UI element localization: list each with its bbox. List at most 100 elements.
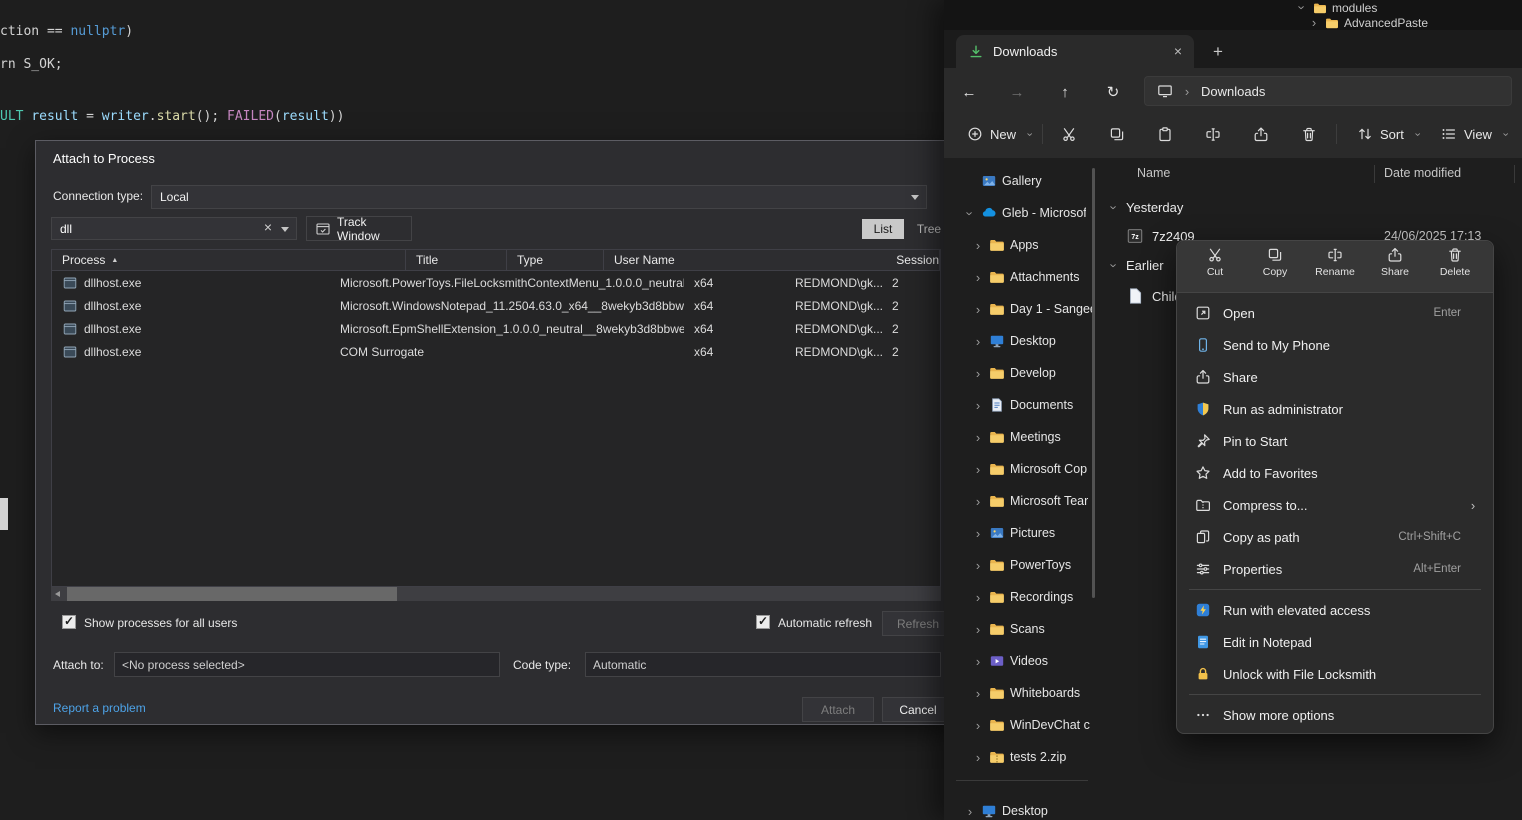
expand-chevron-icon[interactable]: › [964, 805, 976, 818]
delete-button[interactable] [1292, 120, 1326, 148]
process-row[interactable]: dllhost.exe Microsoft.PowerToys.FileLock… [52, 271, 940, 294]
context-menu-item[interactable]: Copy as path Ctrl+Shift+C › [1177, 521, 1493, 553]
expand-chevron-icon[interactable]: › [972, 335, 984, 348]
context-menu-item[interactable]: Compress to... › [1177, 489, 1493, 521]
new-button[interactable]: New › [958, 120, 1044, 148]
collapse-chevron-icon[interactable]: › [1108, 260, 1121, 272]
sidebar-item[interactable]: › Whiteboards [944, 678, 1100, 708]
expand-chevron-icon[interactable]: › [972, 527, 984, 540]
column-divider[interactable] [1514, 165, 1515, 183]
context-menu-item[interactable]: Pin to Start › [1177, 425, 1493, 457]
new-tab-button[interactable]: + [1206, 39, 1230, 63]
expand-chevron-icon[interactable]: › [972, 463, 984, 476]
quick-action[interactable]: Copy [1245, 247, 1305, 292]
column-header[interactable]: Session [886, 250, 940, 270]
tree-item-advancedpaste[interactable]: › AdvancedPaste [1308, 15, 1428, 30]
attach-to-field[interactable]: <No process selected> [114, 652, 500, 677]
column-header[interactable]: Type [507, 250, 604, 270]
expand-chevron-icon[interactable]: › [972, 367, 984, 380]
copy-button[interactable] [1100, 120, 1134, 148]
sidebar-item[interactable]: › Gallery [944, 166, 1100, 196]
column-header[interactable]: Process▲ [52, 250, 406, 270]
sidebar-item[interactable]: › Attachments [944, 262, 1100, 292]
process-row[interactable]: dllhost.exe Microsoft.WindowsNotepad_11.… [52, 294, 940, 317]
sidebar-item-desktop-thispc[interactable]: › Desktop [944, 796, 1100, 820]
expand-chevron-icon[interactable]: › [972, 719, 984, 732]
quick-action[interactable]: Share [1365, 247, 1425, 292]
context-menu-item[interactable]: Run as administrator › [1177, 393, 1493, 425]
sidebar-item[interactable]: › Apps [944, 230, 1100, 260]
expand-chevron-icon[interactable]: › [972, 495, 984, 508]
track-window-button[interactable]: Track Window [306, 216, 412, 241]
column-header[interactable]: User Name [604, 250, 886, 270]
filter-dropdown-icon[interactable] [281, 227, 289, 232]
expand-chevron-icon[interactable]: › [972, 751, 984, 764]
column-name[interactable]: Name [1137, 166, 1170, 180]
expand-chevron-icon[interactable]: › [964, 207, 977, 219]
sidebar-item[interactable]: › WinDevChat c [944, 710, 1100, 740]
refresh-button[interactable]: ↻ [1098, 77, 1128, 107]
tree-item-modules[interactable]: › modules [1296, 0, 1377, 15]
expand-chevron-icon[interactable]: › [972, 431, 984, 444]
back-button[interactable]: ← [954, 77, 984, 107]
process-row[interactable]: dllhost.exe COM Surrogate x64 REDMOND\gk… [52, 340, 940, 363]
context-menu-item[interactable]: Show more options › [1177, 699, 1493, 731]
address-bar[interactable]: › Downloads [1144, 76, 1512, 106]
cut-button[interactable] [1052, 120, 1086, 148]
up-button[interactable]: ↑ [1050, 77, 1080, 107]
sidebar-item[interactable]: › Videos [944, 646, 1100, 676]
column-divider[interactable] [1374, 165, 1375, 183]
sidebar-item[interactable]: › Microsoft Tear [944, 486, 1100, 516]
context-menu-item[interactable]: Edit in Notepad › [1177, 626, 1493, 658]
show-all-users-checkbox[interactable] [62, 615, 76, 629]
tab-downloads[interactable]: Downloads × [956, 35, 1194, 68]
code-type-field[interactable]: Automatic [585, 652, 941, 677]
sidebar-item[interactable]: › tests 2.zip [944, 742, 1100, 772]
group-header-yesterday[interactable]: › Yesterday [1108, 200, 1183, 215]
expand-chevron-icon[interactable]: › [972, 303, 984, 316]
view-button[interactable]: View › [1432, 120, 1520, 148]
sidebar-item[interactable]: › Desktop [944, 326, 1100, 356]
breadcrumb-location[interactable]: Downloads [1201, 84, 1265, 99]
sidebar-item[interactable]: › Gleb - Microsoft [944, 198, 1100, 228]
connection-type-select[interactable]: Local [151, 185, 927, 209]
automatic-refresh-checkbox[interactable] [756, 615, 770, 629]
column-header[interactable]: Title [406, 250, 507, 270]
sidebar-item[interactable]: › Documents [944, 390, 1100, 420]
attach-button[interactable]: Attach [802, 697, 874, 722]
collapse-chevron-icon[interactable]: › [1108, 202, 1121, 214]
breadcrumb-chevron-icon[interactable]: › [1181, 85, 1193, 98]
scrollbar-thumb[interactable] [67, 587, 397, 601]
quick-action[interactable]: Rename [1305, 247, 1365, 292]
sort-button[interactable]: Sort › [1348, 120, 1432, 148]
context-menu-item[interactable]: Run with elevated access › [1177, 594, 1493, 626]
context-menu-item[interactable]: Add to Favorites › [1177, 457, 1493, 489]
chevron-down-icon[interactable]: › [1296, 2, 1309, 14]
quick-action[interactable]: Delete [1425, 247, 1485, 292]
expand-chevron-icon[interactable]: › [972, 655, 984, 668]
expand-chevron-icon[interactable]: › [972, 559, 984, 572]
sidebar-item[interactable]: › PowerToys [944, 550, 1100, 580]
report-a-problem-link[interactable]: Report a problem [53, 701, 146, 715]
context-menu-item[interactable]: Send to My Phone › [1177, 329, 1493, 361]
rename-button[interactable] [1196, 120, 1230, 148]
scroll-left-icon[interactable] [55, 591, 60, 597]
expand-chevron-icon[interactable]: › [972, 623, 984, 636]
process-filter-input[interactable]: dll × [51, 217, 297, 240]
expand-chevron-icon[interactable]: › [972, 239, 984, 252]
quick-action[interactable]: Cut [1185, 247, 1245, 292]
sidebar-item[interactable]: › Day 1 - Sangee [944, 294, 1100, 324]
sidebar-item[interactable]: › Develop [944, 358, 1100, 388]
context-menu-item[interactable]: Share › [1177, 361, 1493, 393]
share-button[interactable] [1244, 120, 1278, 148]
context-menu-item[interactable]: Properties Alt+Enter › [1177, 553, 1493, 585]
close-tab-icon[interactable]: × [1174, 44, 1182, 59]
expand-chevron-icon[interactable]: › [972, 687, 984, 700]
sidebar-item[interactable]: › Pictures [944, 518, 1100, 548]
view-list-toggle[interactable]: List [862, 219, 904, 239]
process-row[interactable]: dllhost.exe Microsoft.EpmShellExtension_… [52, 317, 940, 340]
sidebar-item[interactable]: › Meetings [944, 422, 1100, 452]
sidebar-scrollbar[interactable] [1092, 168, 1095, 598]
group-header-earlier[interactable]: › Earlier [1108, 258, 1164, 273]
context-menu-item[interactable]: Unlock with File Locksmith › [1177, 658, 1493, 690]
